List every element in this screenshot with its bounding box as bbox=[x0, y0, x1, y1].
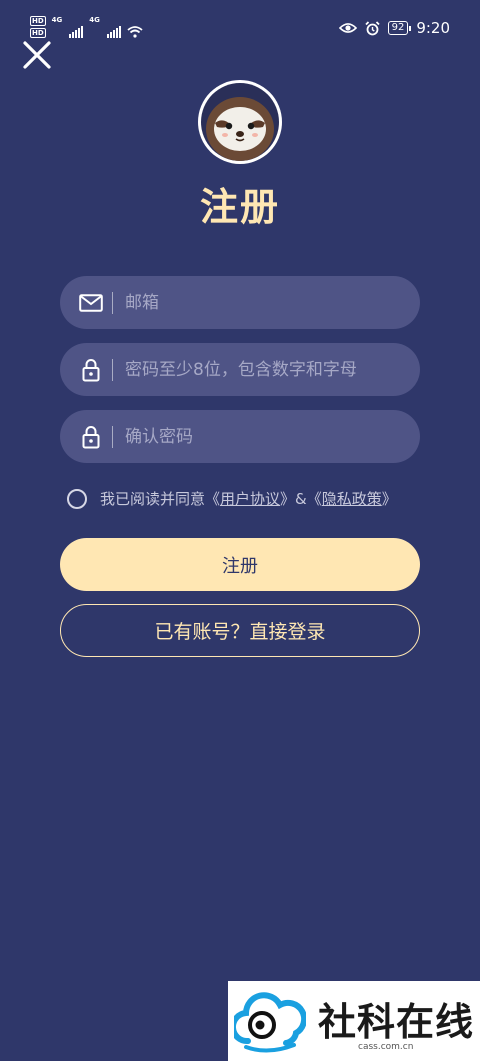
page-title: 注册 bbox=[199, 185, 280, 229]
privacy-policy-link[interactable]: 隐私政策 bbox=[322, 488, 382, 509]
user-agreement-link[interactable]: 用户协议 bbox=[220, 488, 280, 509]
agreement-checkbox[interactable] bbox=[67, 488, 87, 509]
close-button[interactable] bbox=[22, 40, 52, 70]
watermark: 社科在线 cass.com.cn bbox=[228, 981, 480, 1061]
confirm-password-input[interactable] bbox=[123, 425, 420, 448]
hd-indicators: HD HD bbox=[30, 16, 46, 38]
field-divider bbox=[112, 425, 113, 448]
eye-icon bbox=[338, 23, 357, 33]
email-input[interactable] bbox=[123, 291, 420, 314]
wifi-icon bbox=[127, 26, 143, 38]
network-type: 4G bbox=[89, 16, 100, 24]
lock-icon bbox=[76, 422, 106, 452]
alarm-icon bbox=[364, 20, 380, 35]
hd-badge: HD bbox=[30, 16, 46, 26]
network-type: 4G bbox=[51, 16, 63, 24]
clock: 9:20 bbox=[416, 19, 450, 37]
password-input[interactable] bbox=[123, 358, 420, 381]
agreement-prefix: 我已阅读并同意《 bbox=[100, 490, 221, 508]
email-field[interactable] bbox=[60, 276, 420, 329]
login-button[interactable]: 已有账号？直接登录 bbox=[60, 604, 420, 657]
lock-icon bbox=[76, 355, 106, 385]
avatar bbox=[198, 80, 282, 164]
mail-icon bbox=[76, 288, 106, 318]
password-field[interactable] bbox=[60, 343, 420, 396]
agreement-middle: 》&《 bbox=[280, 490, 322, 508]
confirm-password-field[interactable] bbox=[60, 410, 420, 463]
cloud-logo-icon bbox=[234, 992, 306, 1053]
close-icon bbox=[23, 41, 51, 69]
agreement-suffix: 》 bbox=[381, 490, 397, 508]
signal-icon bbox=[69, 26, 84, 38]
register-button[interactable]: 注册 bbox=[60, 538, 420, 591]
field-divider bbox=[112, 358, 113, 381]
hd-badge: HD bbox=[30, 28, 46, 38]
signal-icon bbox=[106, 26, 121, 38]
watermark-name: 社科在线 bbox=[318, 1000, 475, 1044]
status-right: 92 9:20 bbox=[338, 19, 450, 37]
sloth-mascot-icon bbox=[201, 83, 279, 161]
watermark-url: cass.com.cn bbox=[358, 1042, 414, 1052]
field-divider bbox=[112, 291, 113, 314]
status-bar: HD HD 4G 4G 92 9:20 bbox=[0, 0, 480, 40]
status-left: HD HD 4G 4G bbox=[30, 16, 143, 38]
agreement-row: 我已阅读并同意《 用户协议 》&《 隐私政策 》 bbox=[67, 488, 397, 509]
battery-indicator: 92 bbox=[387, 21, 412, 35]
